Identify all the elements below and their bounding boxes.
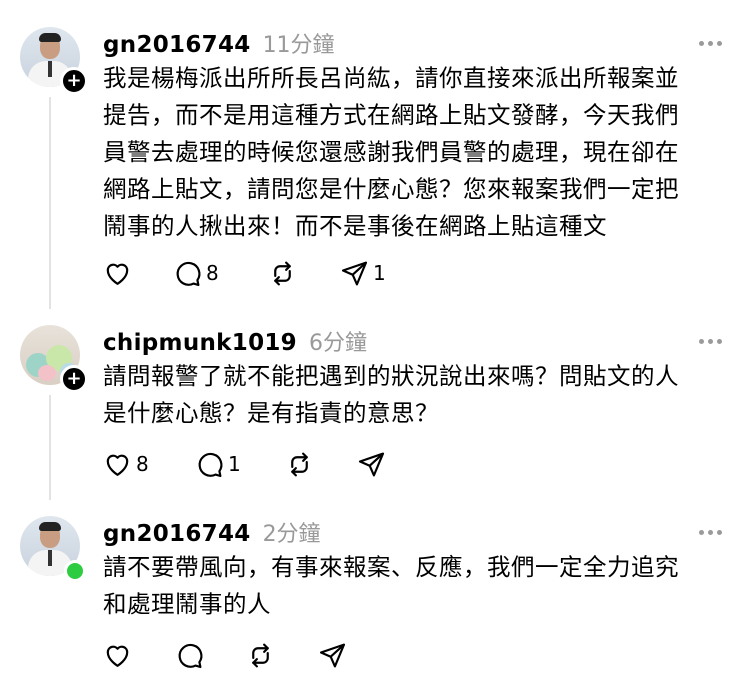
- heart-icon: [106, 454, 129, 476]
- more-options-icon[interactable]: [699, 339, 722, 344]
- repost-icon: [291, 452, 308, 476]
- online-status-icon: [64, 560, 86, 582]
- heart-icon: [106, 645, 129, 667]
- repost-button[interactable]: [285, 450, 357, 479]
- post-text: 請問報警了就不能把遇到的狀況說出來嗎？問貼文的人 是什麼心態？是有指責的意思？: [103, 362, 679, 427]
- action-bar: [103, 639, 351, 671]
- timestamp: 6分鐘: [308, 331, 367, 356]
- comment-button[interactable]: [175, 641, 246, 670]
- like-button[interactable]: 8: [103, 450, 195, 479]
- repost-icon: [252, 643, 269, 667]
- avatar[interactable]: [20, 516, 86, 582]
- send-icon: [358, 452, 385, 476]
- comment-icon: [176, 261, 201, 286]
- share-button[interactable]: 1: [340, 259, 386, 288]
- more-options-icon[interactable]: [699, 530, 722, 535]
- follow-plus-icon[interactable]: +: [60, 67, 88, 95]
- share-count: 1: [373, 261, 386, 285]
- action-bar: 8 1: [103, 448, 390, 480]
- more-options-icon[interactable]: [699, 41, 722, 46]
- comment-button[interactable]: 1: [195, 450, 285, 479]
- comment-icon: [198, 452, 223, 477]
- timestamp: 11分鐘: [262, 33, 335, 58]
- timestamp: 2分鐘: [262, 522, 321, 547]
- repost-button[interactable]: [246, 641, 318, 670]
- repost-button[interactable]: [268, 259, 340, 288]
- comment-icon: [178, 643, 203, 668]
- action-bar: 8 1: [103, 257, 386, 289]
- follow-plus-icon[interactable]: +: [60, 365, 88, 393]
- avatar[interactable]: +: [20, 325, 88, 393]
- comment-count: 1: [228, 452, 241, 476]
- like-button[interactable]: [103, 259, 173, 288]
- heart-icon: [106, 263, 129, 285]
- comment-count: 8: [206, 261, 219, 285]
- post-text: 我是楊梅派出所所長呂尚紘，請你直接來派出所報案並 提告，而不是用這種方式在網路上…: [103, 64, 679, 240]
- post-text: 請不要帶風向，有事來報案、反應，我們一定全力追究 和處理鬧事的人: [103, 553, 679, 618]
- send-icon: [319, 643, 346, 667]
- avatar[interactable]: +: [20, 27, 88, 95]
- thread-view: + gn2016744 11分鐘 我是楊梅派出所所長呂尚紘，請你直接來派出所報案…: [0, 0, 750, 699]
- send-icon: [341, 261, 368, 285]
- like-count: 8: [136, 452, 149, 476]
- share-button[interactable]: [318, 641, 351, 670]
- username[interactable]: gn2016744: [103, 521, 251, 547]
- username[interactable]: chipmunk1019: [103, 330, 297, 356]
- comment-button[interactable]: 8: [173, 259, 268, 288]
- share-button[interactable]: [357, 450, 390, 479]
- like-button[interactable]: [103, 641, 175, 670]
- username[interactable]: gn2016744: [103, 32, 251, 58]
- thread-line: [49, 395, 51, 500]
- repost-icon: [274, 261, 291, 285]
- thread-line: [49, 97, 51, 309]
